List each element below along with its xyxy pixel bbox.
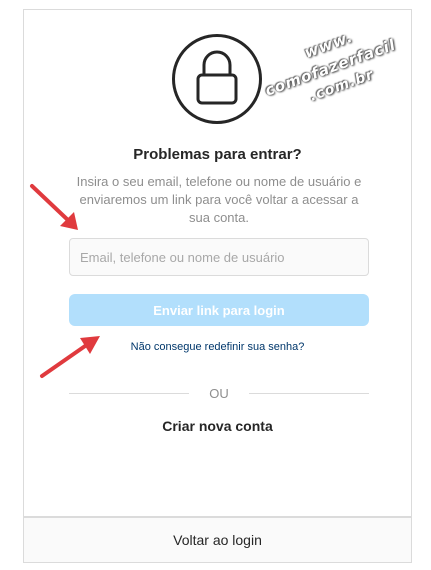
- send-login-link-button[interactable]: Enviar link para login: [69, 294, 369, 326]
- lock-icon: [172, 34, 262, 124]
- or-divider: OU: [69, 386, 369, 401]
- annotation-arrow-link: [40, 336, 100, 378]
- identifier-input[interactable]: [69, 238, 369, 276]
- annotation-arrow-input: [30, 184, 78, 230]
- back-to-login-label: Voltar ao login: [173, 532, 262, 548]
- back-to-login-button[interactable]: Voltar ao login: [23, 517, 412, 563]
- create-account-link[interactable]: Criar nova conta: [24, 418, 411, 434]
- instructions-text: Insira o seu email, telefone ou nome de …: [76, 174, 362, 225]
- divider-line-right: [249, 393, 369, 394]
- page-title: Problemas para entrar?: [133, 146, 302, 163]
